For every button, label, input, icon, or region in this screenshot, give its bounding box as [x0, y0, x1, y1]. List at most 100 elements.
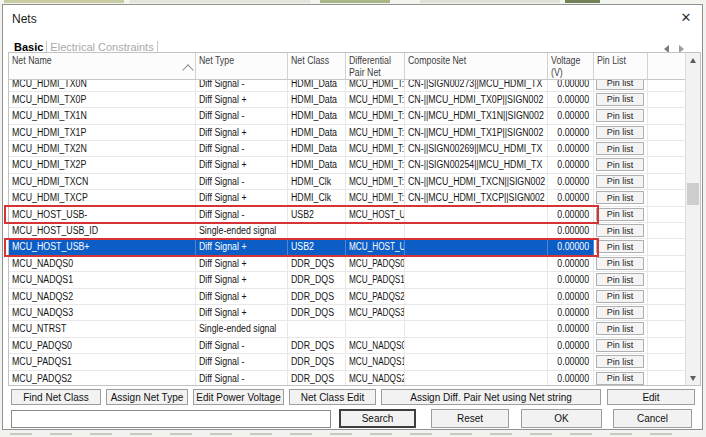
- cell-pair: MCU_PADQS3: [346, 305, 405, 321]
- table-row[interactable]: MCU_HDMI_TX2PDiff Signal +HDMI_DataMCU_H…: [9, 157, 685, 173]
- action-button-edit[interactable]: Edit: [607, 389, 695, 405]
- pin-list-button[interactable]: Pin list: [596, 224, 644, 237]
- cell-class: DDR_DQS: [288, 338, 346, 354]
- cell-pin-list: Pin list: [594, 157, 648, 173]
- table-row[interactable]: MCU_HDMI_TX2NDiff Signal -HDMI_DataMCU_H…: [9, 141, 685, 157]
- cell-volt: 0.00000: [548, 174, 594, 190]
- table-row[interactable]: MCU_NADQS2Diff Signal +DDR_DQSMCU_PADQS2…: [9, 289, 685, 305]
- scroll-up-icon[interactable]: [686, 53, 700, 67]
- column-header-net-name[interactable]: Net Name: [9, 53, 196, 79]
- table-row[interactable]: MCU_NADQS3Diff Signal +DDR_DQSMCU_PADQS3…: [9, 305, 685, 321]
- background-artifact-bottom: [0, 431, 706, 437]
- cell-comp: [405, 305, 548, 321]
- column-header-filler: [648, 53, 685, 79]
- table-row[interactable]: MCU_NTRSTSingle-ended signal0.00000Pin l…: [9, 321, 685, 337]
- cell-type: Diff Signal -: [196, 174, 288, 190]
- cell-class: DDR_DQS: [288, 354, 346, 370]
- pin-list-button[interactable]: Pin list: [596, 191, 644, 204]
- table-row[interactable]: MCU_NADQS0Diff Signal +DDR_DQSMCU_PADQS0…: [9, 256, 685, 272]
- table-row[interactable]: MCU_HDMI_TX0NDiff Signal -HDMI_DataMCU_H…: [9, 80, 685, 92]
- pin-list-button[interactable]: Pin list: [596, 126, 644, 139]
- column-header-net-class[interactable]: Net Class: [288, 53, 346, 79]
- cell-name: MCU_HDMI_TX2P: [9, 157, 196, 173]
- table-row[interactable]: MCU_HDMI_TXCNDiff Signal -HDMI_ClkMCU_HD…: [9, 174, 685, 190]
- column-header-composite-net[interactable]: Composite Net: [405, 53, 548, 79]
- column-header-net-type[interactable]: Net Type: [196, 53, 288, 79]
- action-button-find-net-class[interactable]: Find Net Class: [11, 389, 101, 405]
- vertical-scrollbar[interactable]: [685, 53, 700, 385]
- pin-list-button[interactable]: Pin list: [596, 257, 644, 270]
- pin-list-button[interactable]: Pin list: [596, 240, 644, 253]
- column-header-voltage[interactable]: Voltage (V): [548, 53, 594, 79]
- search-button[interactable]: Search: [339, 409, 416, 428]
- close-icon[interactable]: ✕: [677, 10, 695, 26]
- cell-name: MCU_HDMI_TX1N: [9, 108, 196, 124]
- annotation-red-box: [4, 238, 599, 257]
- cell-class: DDR_DQS: [288, 256, 346, 272]
- cell-pair: MCU_NADQS0: [346, 338, 405, 354]
- column-header-pin-list[interactable]: Pin List: [594, 53, 648, 79]
- pin-list-button[interactable]: Pin list: [596, 355, 644, 368]
- action-button-assign-net-type[interactable]: Assign Net Type: [106, 389, 188, 405]
- cell-pair: MCU_NADQS2: [346, 371, 405, 385]
- cell-pair: MCU_HDMI_T:: [346, 157, 405, 173]
- cell-comp: CN-||MCU_HDMI_TXCN||SIGN002: [405, 174, 548, 190]
- cell-volt: 0.00000: [548, 157, 594, 173]
- cell-pair: MCU_PADQS2: [346, 289, 405, 305]
- pin-list-button[interactable]: Pin list: [596, 290, 644, 303]
- cell-filler: [648, 190, 685, 206]
- table-row[interactable]: MCU_NADQS1Diff Signal +DDR_DQSMCU_PADQS1…: [9, 272, 685, 288]
- action-button-edit-power-voltage[interactable]: Edit Power Voltage: [193, 389, 284, 405]
- cell-class: HDMI_Data: [288, 108, 346, 124]
- cell-type: Diff Signal -: [196, 338, 288, 354]
- pin-list-button[interactable]: Pin list: [596, 175, 644, 188]
- pin-list-button[interactable]: Pin list: [596, 93, 644, 106]
- pin-list-button[interactable]: Pin list: [596, 339, 644, 352]
- cell-name: MCU_HDMI_TX1P: [9, 125, 196, 141]
- cell-type: Diff Signal +: [196, 256, 288, 272]
- pin-list-button[interactable]: Pin list: [596, 306, 644, 319]
- cell-name: MCU_NADQS1: [9, 272, 196, 288]
- ok-button[interactable]: OK: [521, 409, 602, 428]
- table-row[interactable]: MCU_PADQS2Diff Signal -DDR_DQSMCU_NADQS2…: [9, 371, 685, 385]
- pin-list-button[interactable]: Pin list: [596, 273, 644, 286]
- cell-filler: [648, 354, 685, 370]
- pin-list-button[interactable]: Pin list: [596, 142, 644, 155]
- action-button-assign-diff-pair-net-using-net-string[interactable]: Assign Diff. Pair Net using Net string: [381, 389, 601, 405]
- pin-list-button[interactable]: Pin list: [596, 158, 644, 171]
- cell-type: Diff Signal +: [196, 125, 288, 141]
- cell-comp: CN-||MCU_HDMI_TX0P||SIGN002: [405, 92, 548, 108]
- pin-list-button[interactable]: Pin list: [596, 322, 644, 335]
- cell-volt: 0.00000: [548, 321, 594, 337]
- cell-class: DDR_DQS: [288, 305, 346, 321]
- cell-volt: 0.00000: [548, 92, 594, 108]
- table-row[interactable]: MCU_PADQS0Diff Signal -DDR_DQSMCU_NADQS0…: [9, 338, 685, 354]
- cell-type: Diff Signal +: [196, 272, 288, 288]
- cell-name: MCU_HDMI_TX2N: [9, 141, 196, 157]
- cell-pin-list: Pin list: [594, 174, 648, 190]
- cell-filler: [648, 256, 685, 272]
- search-input[interactable]: [11, 410, 331, 428]
- scrollbar-thumb[interactable]: [687, 183, 699, 205]
- pin-list-button[interactable]: Pin list: [596, 80, 644, 90]
- table-row[interactable]: MCU_PADQS1Diff Signal -DDR_DQSMCU_NADQS1…: [9, 354, 685, 370]
- cell-filler: [648, 371, 685, 385]
- table-row[interactable]: MCU_HDMI_TX1PDiff Signal +HDMI_DataMCU_H…: [9, 125, 685, 141]
- cell-volt: 0.00000: [548, 272, 594, 288]
- action-button-net-class-edit[interactable]: Net Class Edit: [289, 389, 376, 405]
- cell-name: MCU_HDMI_TXCN: [9, 174, 196, 190]
- pin-list-button[interactable]: Pin list: [596, 372, 644, 385]
- pin-list-button[interactable]: Pin list: [596, 109, 644, 122]
- scroll-down-icon[interactable]: [686, 371, 700, 385]
- cell-pin-list: Pin list: [594, 125, 648, 141]
- cell-pin-list: Pin list: [594, 272, 648, 288]
- table-row[interactable]: MCU_HDMI_TX0PDiff Signal +HDMI_DataMCU_H…: [9, 92, 685, 108]
- column-header-differential-pair-net[interactable]: Differential Pair Net: [346, 53, 405, 79]
- cell-volt: 0.00000: [548, 289, 594, 305]
- cell-class: DDR_DQS: [288, 272, 346, 288]
- cell-volt: 0.00000: [548, 80, 594, 92]
- cancel-button[interactable]: Cancel: [613, 409, 692, 428]
- table-row[interactable]: MCU_HDMI_TX1NDiff Signal -HDMI_DataMCU_H…: [9, 108, 685, 124]
- pin-list-button[interactable]: Pin list: [596, 208, 644, 221]
- reset-button[interactable]: Reset: [431, 409, 509, 428]
